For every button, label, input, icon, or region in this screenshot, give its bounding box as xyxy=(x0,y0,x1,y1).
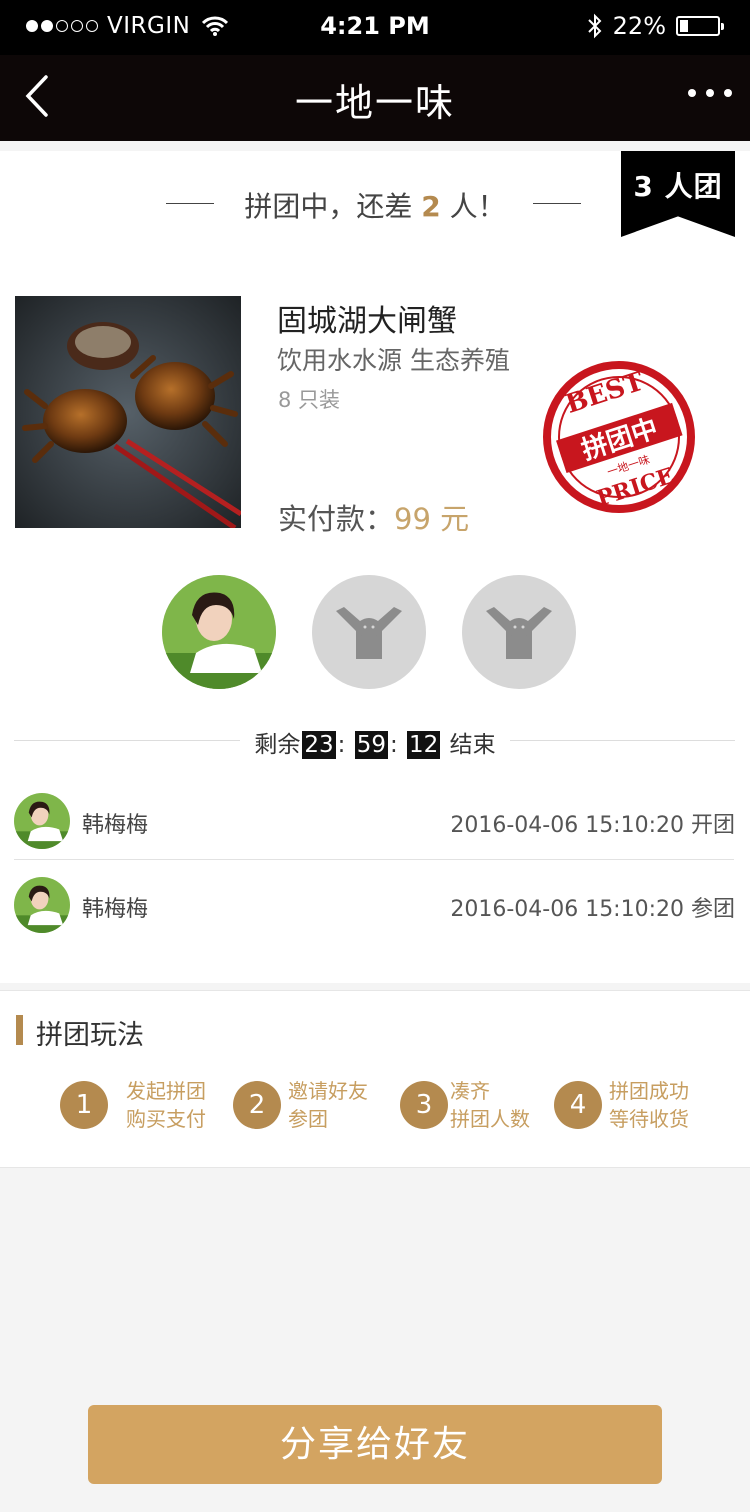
page-title: 一地一味 xyxy=(294,81,455,125)
step-text: 凑齐 拼团人数 xyxy=(450,1079,530,1131)
payment-label: 实付款： xyxy=(278,502,395,536)
step-text: 发起拼团 购买支付 xyxy=(126,1079,206,1131)
placeholder-person-icon xyxy=(486,607,552,659)
countdown-hours: 23 xyxy=(302,731,336,759)
member-time: 2016-04-06 15:10:20 参团 xyxy=(450,897,735,922)
step-text: 拼团成功 等待收货 xyxy=(609,1079,689,1131)
payment-price: 99 元 xyxy=(394,502,470,536)
step-number: 4 xyxy=(554,1081,602,1129)
empty-slot-avatar xyxy=(462,575,576,689)
product-image[interactable] xyxy=(15,296,241,528)
section-accent-bar xyxy=(16,1015,23,1045)
status-right: 22% xyxy=(587,12,724,40)
more-dots-icon xyxy=(688,89,696,97)
bluetooth-icon xyxy=(587,13,602,39)
list-item: 韩梅梅 2016-04-06 15:10:20 开团 xyxy=(14,793,735,849)
countdown-suffix: 结束 xyxy=(449,732,496,758)
step-number: 3 xyxy=(400,1081,448,1129)
crab-image xyxy=(15,296,241,528)
countdown-timer: 剩余 23: 59: 12 结束 xyxy=(254,731,496,759)
member-time: 2016-04-06 15:10:20 开团 xyxy=(450,813,735,838)
product-name: 固城湖大闸蟹 xyxy=(277,304,457,339)
list-item: 韩梅梅 2016-04-06 15:10:20 参团 xyxy=(14,877,735,933)
product-desc: 饮用水水源 生态养殖 xyxy=(277,346,510,375)
avatar xyxy=(14,877,70,933)
step-number: 2 xyxy=(233,1081,281,1129)
group-status-prefix: 拼团中，还差 xyxy=(244,190,413,223)
group-card: 拼团中，还差 2 人！ 3 人团 固城湖大闸蟹 饮用水水源 生态养殖 8 只装 … xyxy=(0,151,750,983)
status-bar: VIRGIN 4:21 PM 22% xyxy=(0,0,750,55)
product-qty: 8 只装 xyxy=(278,388,341,412)
group-status-suffix: 人！ xyxy=(449,190,506,223)
avatar[interactable] xyxy=(162,575,276,689)
countdown-prefix: 剩余 xyxy=(254,732,301,758)
battery-percent: 22% xyxy=(612,12,666,40)
best-price-stamp: BEST 拼团中 一地一味 PRICE xyxy=(543,361,695,513)
battery-icon xyxy=(676,16,724,36)
member-name: 韩梅梅 xyxy=(82,813,149,838)
divider xyxy=(14,859,734,860)
member-name: 韩梅梅 xyxy=(82,897,149,922)
step-number: 1 xyxy=(60,1081,108,1129)
more-button[interactable] xyxy=(688,73,732,113)
rules-section: 拼团玩法 1 发起拼团 购买支付 2 邀请好友 参团 3 凑齐 拼团人数 4 拼团成功… xyxy=(0,990,750,1168)
nav-bar: 一地一味 xyxy=(0,55,750,141)
rules-title: 拼团玩法 xyxy=(36,1020,144,1051)
avatar xyxy=(14,793,70,849)
payment: 实付款：99 元 xyxy=(278,496,469,538)
countdown-seconds: 12 xyxy=(407,731,441,759)
countdown-minutes: 59 xyxy=(354,731,388,759)
member-avatars xyxy=(162,575,612,689)
stamp-top-text: BEST xyxy=(562,366,648,419)
share-button[interactable]: 分享给好友 xyxy=(88,1405,662,1484)
placeholder-person-icon xyxy=(336,607,402,659)
empty-slot-avatar xyxy=(312,575,426,689)
step-text: 邀请好友 参团 xyxy=(288,1079,368,1131)
remaining-count: 2 xyxy=(421,190,441,223)
